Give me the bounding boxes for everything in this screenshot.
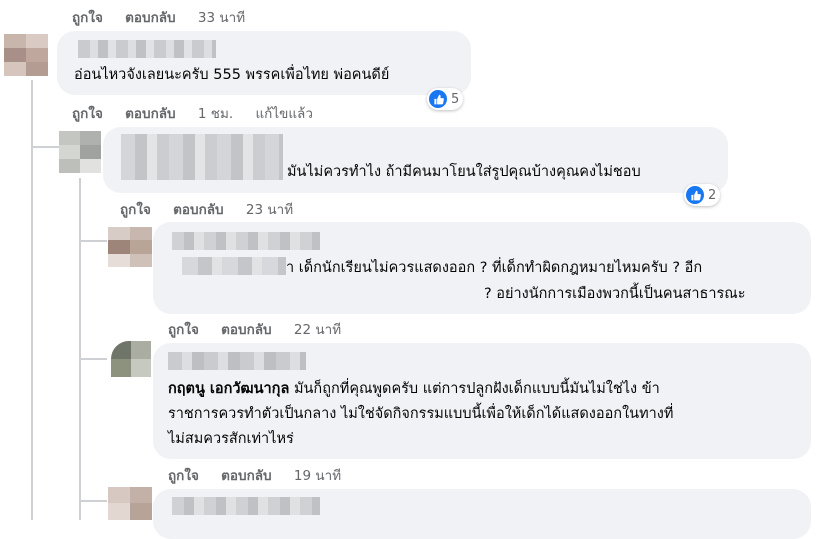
thread-line-connector-4: [79, 500, 107, 502]
comment-time[interactable]: 1 ชม.: [198, 106, 233, 122]
avatar[interactable]: [59, 131, 101, 173]
author-name-redacted[interactable]: [121, 134, 283, 180]
thread-line-connector-2: [79, 240, 107, 242]
mention-tag[interactable]: กฤตนู เอกวัฒนากุล: [168, 381, 289, 397]
comment-time[interactable]: 23 นาที: [246, 202, 293, 218]
comment-text-line-1: า เด็กนักเรียนไม่ควรแสดงออก ? ที่เด็กทำผ…: [286, 260, 703, 276]
comment-text-line-1: กฤตนู เอกวัฒนากุล มันก็ถูกที่คุณพูดครับ …: [168, 377, 660, 401]
avatar[interactable]: [108, 487, 152, 520]
reply-link[interactable]: ตอบกลับ: [125, 106, 175, 122]
thread-line-connector-1: [31, 146, 59, 148]
comment-time[interactable]: 22 นาที: [294, 322, 341, 338]
thread-line-connector-3: [79, 358, 107, 360]
reply-link[interactable]: ตอบกลับ: [173, 202, 223, 218]
comment-actions: ถูกใจ ตอบกลับ 19 นาที: [168, 464, 359, 486]
like-link[interactable]: ถูกใจ: [168, 322, 199, 338]
reply-link[interactable]: ตอบกลับ: [221, 468, 271, 484]
reaction-badge[interactable]: 2: [684, 184, 721, 206]
avatar[interactable]: [4, 34, 48, 76]
comment-actions: ถูกใจ ตอบกลับ 23 นาที: [120, 198, 311, 220]
comment-actions: ถูกใจ ตอบกลับ 22 นาที: [168, 318, 359, 340]
reply-link[interactable]: ตอบกลับ: [221, 322, 271, 338]
thread-line-nested: [79, 178, 81, 520]
reply-link[interactable]: ตอบกลับ: [125, 10, 175, 26]
mention-redacted[interactable]: [182, 257, 286, 275]
author-name-redacted[interactable]: [168, 352, 306, 370]
comment-actions: ถูกใจ ตอบกลับ 33 นาที: [72, 6, 263, 28]
comment-text-line-3: ไม่สมควรสักเท่าไหร่: [168, 431, 294, 447]
reaction-badge[interactable]: 5: [427, 88, 464, 110]
like-link[interactable]: ถูกใจ: [120, 202, 151, 218]
like-thumb-icon: [686, 186, 704, 204]
avatar[interactable]: [111, 341, 151, 377]
author-name-redacted[interactable]: [172, 497, 320, 515]
comment-text-line-2: ราชการควรทำตัวเป็นกลาง ไม่ใช่จัดกิจกรรมแ…: [168, 406, 674, 422]
comment-text: มันไม่ควรทำไง ถ้ามีคนมาโยนใส่รูปคุณบ้างค…: [287, 164, 641, 180]
edited-label[interactable]: แก้ไขแล้ว: [255, 106, 312, 122]
like-link[interactable]: ถูกใจ: [168, 468, 199, 484]
author-name-redacted[interactable]: [78, 40, 216, 58]
like-thumb-icon: [429, 90, 447, 108]
like-link[interactable]: ถูกใจ: [72, 106, 103, 122]
like-link[interactable]: ถูกใจ: [72, 10, 103, 26]
comment-time[interactable]: 19 นาที: [294, 468, 341, 484]
comment-text-line-1-body: มันก็ถูกที่คุณพูดครับ แต่การปลูกฝังเด็กแ…: [289, 381, 660, 397]
comment-text-line-2: ? อย่างนักการเมืองพวกนี้เป็นคนสาธารณะ: [484, 286, 746, 302]
comment-actions: ถูกใจ ตอบกลับ 1 ชม. แก้ไขแล้ว: [72, 102, 331, 124]
reaction-count: 5: [451, 91, 460, 107]
comment-text: อ่อนไหวจังเลยนะครับ 555 พรรคเพื่อไทย พ่อ…: [74, 67, 390, 83]
reaction-count: 2: [708, 187, 717, 203]
avatar[interactable]: [108, 227, 152, 267]
comment-time[interactable]: 33 นาที: [198, 10, 245, 26]
author-name-redacted[interactable]: [172, 232, 320, 250]
